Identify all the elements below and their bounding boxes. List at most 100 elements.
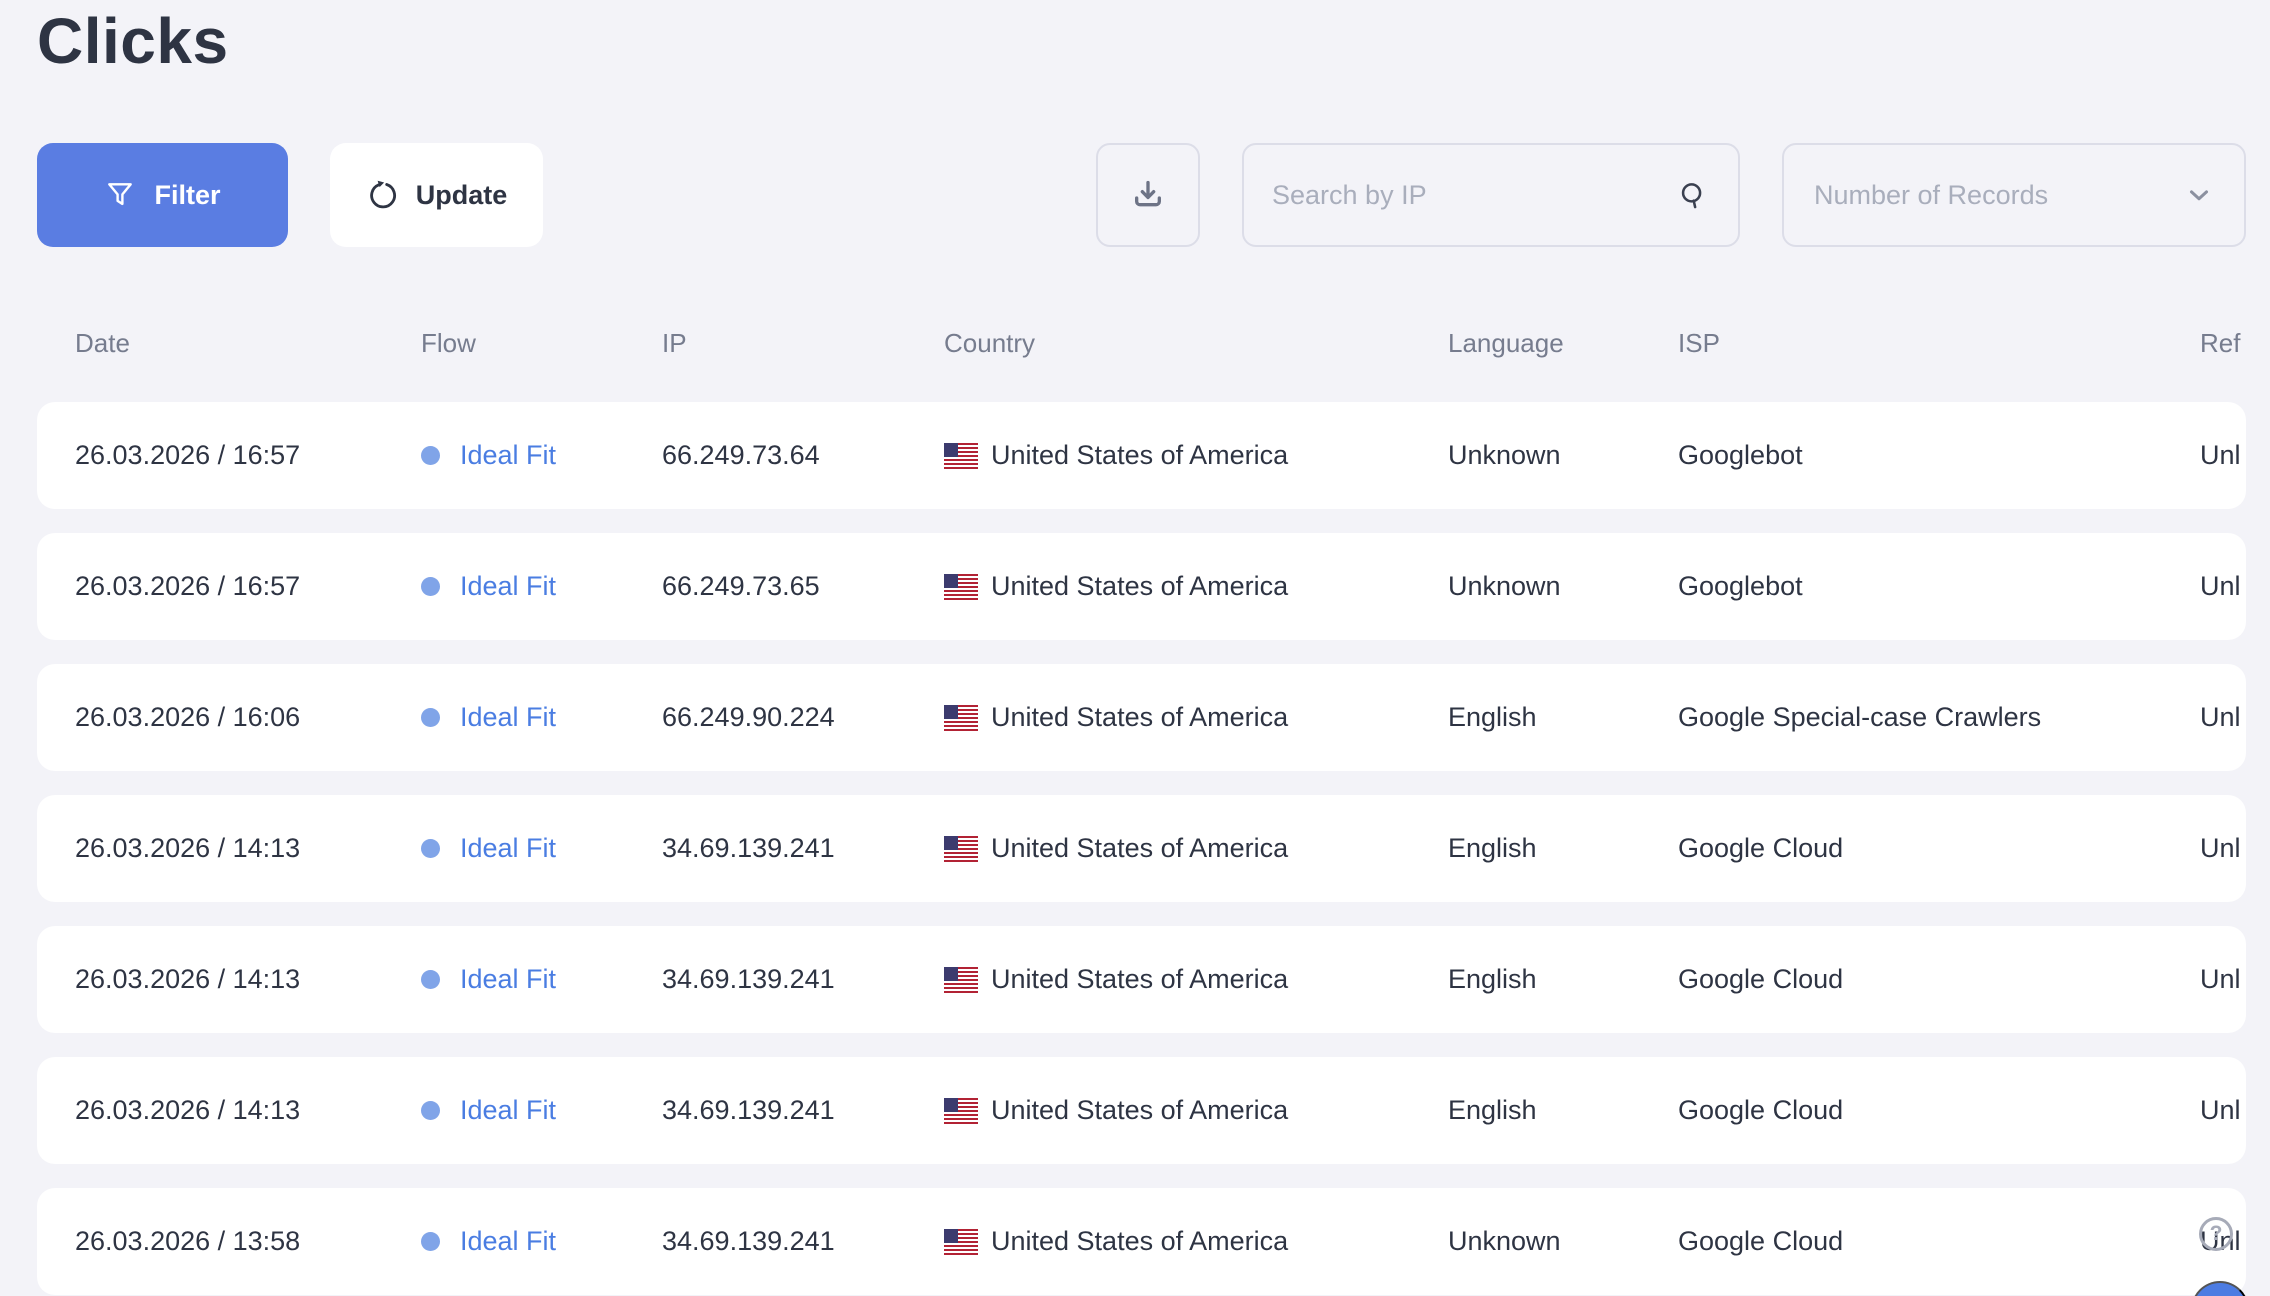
ref-cell: Unl	[2200, 1095, 2241, 1125]
table-row: 26.03.2026 / 14:13 Ideal Fit 34.69.139.2…	[37, 1057, 2246, 1164]
chevron-down-icon	[2184, 180, 2214, 210]
country-cell: United States of America	[944, 402, 1288, 509]
search-by-ip-field[interactable]	[1242, 143, 1740, 247]
isp-cell: Googlebot	[1678, 440, 1803, 470]
language-cell: English	[1448, 833, 1537, 863]
flow-link[interactable]: Ideal Fit	[460, 702, 556, 733]
flow-status-dot-icon	[421, 446, 440, 465]
flow-link[interactable]: Ideal Fit	[460, 571, 556, 602]
flow-cell: Ideal Fit	[421, 402, 556, 509]
refresh-icon	[366, 178, 400, 212]
us-flag-icon	[944, 1228, 978, 1255]
country-cell: United States of America	[944, 1057, 1288, 1164]
filter-button[interactable]: Filter	[37, 143, 288, 247]
column-header-ref: Ref	[2200, 328, 2241, 358]
flow-cell: Ideal Fit	[421, 533, 556, 640]
flow-cell: Ideal Fit	[421, 926, 556, 1033]
ip-cell: 34.69.139.241	[662, 1226, 835, 1256]
isp-cell: Google Cloud	[1678, 833, 1844, 863]
language-cell: Unknown	[1448, 440, 1561, 470]
country-cell: United States of America	[944, 926, 1288, 1033]
flow-link[interactable]: Ideal Fit	[460, 1226, 556, 1257]
update-button[interactable]: Update	[330, 143, 543, 247]
ref-cell: Unl	[2200, 833, 2241, 863]
flow-link[interactable]: Ideal Fit	[460, 1095, 556, 1126]
download-icon	[1128, 175, 1168, 215]
search-icon[interactable]	[1676, 178, 1710, 212]
table-row: 26.03.2026 / 16:06 Ideal Fit 66.249.90.2…	[37, 664, 2246, 771]
table-row: 26.03.2026 / 16:57 Ideal Fit 66.249.73.6…	[37, 402, 2246, 509]
country-cell: United States of America	[944, 664, 1288, 771]
isp-cell: Googlebot	[1678, 571, 1803, 601]
ip-cell: 66.249.73.65	[662, 571, 820, 601]
number-of-records-label: Number of Records	[1814, 179, 2049, 210]
language-cell: English	[1448, 702, 1537, 732]
page-title: Clicks	[37, 5, 229, 77]
table-header-row: Date Flow IP Country Language ISP Ref	[37, 318, 2246, 368]
ref-cell: Unl	[2200, 440, 2241, 470]
flow-status-dot-icon	[421, 1232, 440, 1251]
language-cell: Unknown	[1448, 571, 1561, 601]
clicks-page: Clicks Filter Update Search by IP Number…	[0, 0, 2270, 1296]
column-header-date: Date	[75, 328, 130, 358]
ref-cell: Unl	[2200, 571, 2241, 601]
flow-status-dot-icon	[421, 577, 440, 596]
ref-cell: Unl	[2200, 702, 2241, 732]
ip-cell: 34.69.139.241	[662, 833, 835, 863]
download-button[interactable]	[1096, 143, 1200, 247]
date-cell: 26.03.2026 / 16:06	[75, 702, 301, 732]
language-cell: English	[1448, 964, 1537, 994]
date-cell: 26.03.2026 / 16:57	[75, 571, 301, 601]
column-header-flow: Flow	[421, 328, 476, 358]
flow-status-dot-icon	[421, 708, 440, 727]
flow-cell: Ideal Fit	[421, 1188, 556, 1295]
column-header-isp: ISP	[1678, 328, 1720, 358]
isp-cell: Google Special-case Crawlers	[1678, 702, 2042, 732]
question-mark-icon: ?	[2209, 1222, 2223, 1245]
table-row: 26.03.2026 / 13:58 Ideal Fit 34.69.139.2…	[37, 1188, 2246, 1295]
help-button[interactable]: ?	[2199, 1217, 2233, 1251]
column-header-country: Country	[944, 328, 1036, 358]
date-cell: 26.03.2026 / 14:13	[75, 833, 301, 863]
language-cell: English	[1448, 1095, 1537, 1125]
filter-button-label: Filter	[154, 179, 221, 210]
flow-link[interactable]: Ideal Fit	[460, 833, 556, 864]
flow-status-dot-icon	[421, 970, 440, 989]
table-row: 26.03.2026 / 14:13 Ideal Fit 34.69.139.2…	[37, 926, 2246, 1033]
country-cell: United States of America	[944, 795, 1288, 902]
country-cell: United States of America	[944, 533, 1288, 640]
funnel-icon	[104, 179, 136, 211]
us-flag-icon	[944, 442, 978, 469]
column-header-ip: IP	[662, 328, 687, 358]
update-button-label: Update	[415, 179, 508, 210]
column-header-language: Language	[1448, 328, 1564, 358]
flow-link[interactable]: Ideal Fit	[460, 964, 556, 995]
ref-cell: Unl	[2200, 964, 2241, 994]
country-cell: United States of America	[944, 1188, 1288, 1295]
number-of-records-dropdown[interactable]: Number of Records	[1782, 143, 2246, 247]
language-cell: Unknown	[1448, 1226, 1561, 1256]
us-flag-icon	[944, 835, 978, 862]
flow-cell: Ideal Fit	[421, 795, 556, 902]
flow-status-dot-icon	[421, 839, 440, 858]
ip-cell: 34.69.139.241	[662, 1095, 835, 1125]
isp-cell: Google Cloud	[1678, 1095, 1844, 1125]
flow-link[interactable]: Ideal Fit	[460, 440, 556, 471]
ip-cell: 34.69.139.241	[662, 964, 835, 994]
table-row: 26.03.2026 / 16:57 Ideal Fit 66.249.73.6…	[37, 533, 2246, 640]
us-flag-icon	[944, 573, 978, 600]
date-cell: 26.03.2026 / 16:57	[75, 440, 301, 470]
us-flag-icon	[944, 704, 978, 731]
date-cell: 26.03.2026 / 14:13	[75, 1095, 301, 1125]
clicks-table-body: 26.03.2026 / 16:57 Ideal Fit 66.249.73.6…	[37, 402, 2246, 1296]
isp-cell: Google Cloud	[1678, 1226, 1844, 1256]
date-cell: 26.03.2026 / 14:13	[75, 964, 301, 994]
flow-status-dot-icon	[421, 1101, 440, 1120]
search-input[interactable]	[1272, 179, 1662, 211]
us-flag-icon	[944, 966, 978, 993]
flow-cell: Ideal Fit	[421, 1057, 556, 1164]
date-cell: 26.03.2026 / 13:58	[75, 1226, 301, 1256]
ip-cell: 66.249.90.224	[662, 702, 835, 732]
isp-cell: Google Cloud	[1678, 964, 1844, 994]
table-row: 26.03.2026 / 14:13 Ideal Fit 34.69.139.2…	[37, 795, 2246, 902]
